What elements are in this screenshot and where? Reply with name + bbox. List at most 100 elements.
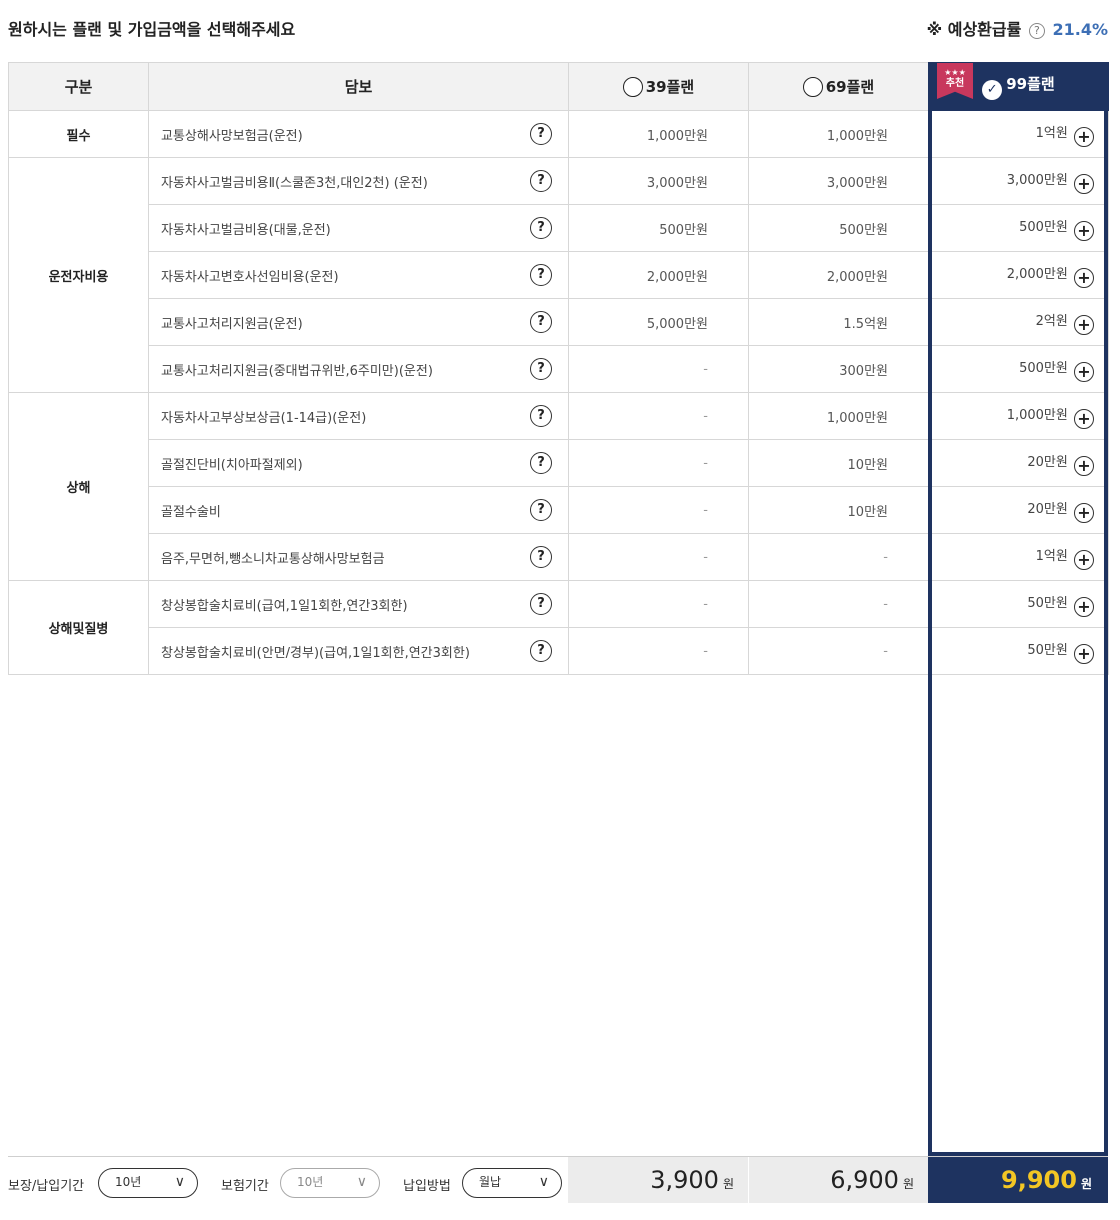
check-icon[interactable]: ✓ bbox=[982, 80, 1003, 100]
plan-table: 구분 담보 39플랜 69플랜 ★★★ 추천 ✓ 99플랜 필수 교통상해사망보험… bbox=[8, 62, 1109, 675]
help-icon[interactable]: ? bbox=[530, 593, 552, 615]
radio-icon[interactable] bbox=[622, 77, 643, 97]
amount-99: 2,000만원 + bbox=[928, 251, 1109, 299]
table-row: 골절진단비(치아파절제외)? - 10만원 20만원 + bbox=[9, 439, 1109, 487]
coverage-name: 교통상해사망보험금(운전) bbox=[161, 128, 303, 144]
help-icon[interactable]: ? bbox=[530, 499, 552, 521]
period-label: 보장/납입기간 bbox=[8, 1179, 85, 1194]
amount-99: 1,000만원 + bbox=[928, 392, 1109, 440]
amount-69: 300만원 bbox=[748, 345, 929, 393]
period-select[interactable]: 10년 ∨ bbox=[98, 1168, 198, 1198]
coverage-name: 창상봉합술치료비(급여,1일1회한,연간3회한) bbox=[161, 598, 408, 614]
help-icon[interactable]: ? bbox=[530, 546, 552, 568]
insure-period-value: 10년 bbox=[297, 1175, 324, 1189]
coverage-name: 교통사고처리지원금(중대법규위반,6주미만)(운전) bbox=[161, 363, 433, 379]
help-icon[interactable]: ? bbox=[530, 405, 552, 427]
insure-period-label: 보험기간 bbox=[221, 1179, 269, 1194]
amount-69: 3,000만원 bbox=[748, 157, 929, 205]
rate-label: ※ 예상환급률 bbox=[926, 20, 1022, 39]
col-header-coverage: 담보 bbox=[148, 62, 569, 111]
footer-bar: 보장/납입기간 10년 ∨ 보험기간 10년 ∨ 납입방법 월납 ∨ 3,900… bbox=[8, 1156, 1108, 1203]
plus-icon[interactable]: + bbox=[1074, 502, 1094, 523]
table-row: 상해및질병 창상봉합술치료비(급여,1일1회한,연간3회한)? - - 50만원… bbox=[8, 580, 1109, 675]
coverage-name: 음주,무면허,뺑소니차교통상해사망보험금 bbox=[161, 551, 385, 567]
amount-39: - bbox=[568, 439, 749, 487]
rate-value: 21.4% bbox=[1052, 20, 1108, 39]
table-row: 운전자비용 자동차사고벌금비용Ⅱ(스쿨존3천,대인2천) (운전)? 3,000… bbox=[8, 157, 1109, 393]
plus-icon[interactable]: + bbox=[1074, 361, 1094, 382]
plus-icon[interactable]: + bbox=[1074, 455, 1094, 476]
plan-99-option[interactable]: ★★★ 추천 ✓ 99플랜 bbox=[928, 62, 1109, 111]
plus-icon[interactable]: + bbox=[1074, 596, 1094, 617]
amount-39: 1,000만원 bbox=[568, 110, 749, 158]
page-title: 원하시는 플랜 및 가입금액을 선택해주세요 bbox=[8, 20, 296, 39]
currency-unit: 원 bbox=[902, 1177, 914, 1191]
plus-icon[interactable]: + bbox=[1074, 643, 1094, 664]
amount-69: 10만원 bbox=[748, 439, 929, 487]
coverage-cell: 음주,무면허,뺑소니차교통상해사망보험금? bbox=[148, 533, 569, 581]
help-icon[interactable]: ? bbox=[530, 311, 552, 333]
amount-39: - bbox=[568, 627, 749, 675]
price-39: 3,900 원 bbox=[568, 1157, 748, 1203]
amount-99-value: 3,000만원 bbox=[1006, 172, 1068, 188]
plus-icon[interactable]: + bbox=[1074, 220, 1094, 241]
plan-39-option[interactable]: 39플랜 bbox=[568, 62, 749, 111]
table-row: 창상봉합술치료비(안면/경부)(급여,1일1회한,연간3회한)? - - 50만… bbox=[9, 627, 1109, 675]
table-row: 음주,무면허,뺑소니차교통상해사망보험금? - - 1억원 + bbox=[9, 533, 1109, 581]
amount-99: 20만원 + bbox=[928, 439, 1109, 487]
help-icon[interactable]: ? bbox=[530, 358, 552, 380]
amount-99: 500만원 + bbox=[928, 345, 1109, 393]
amount-99-value: 1억원 bbox=[1035, 125, 1068, 141]
table-row: 자동차사고벌금비용(대물,운전)? 500만원 500만원 500만원 + bbox=[9, 204, 1109, 252]
category-cell: 상해 bbox=[8, 392, 149, 581]
pay-method-label: 납입방법 bbox=[403, 1179, 451, 1194]
plus-icon[interactable]: + bbox=[1074, 173, 1094, 194]
coverage-name: 자동차사고벌금비용(대물,운전) bbox=[161, 222, 331, 238]
plus-icon[interactable]: + bbox=[1074, 126, 1094, 147]
coverage-cell: 창상봉합술치료비(안면/경부)(급여,1일1회한,연간3회한)? bbox=[148, 627, 569, 675]
coverage-cell: 교통상해사망보험금(운전)? bbox=[148, 110, 569, 158]
coverage-name: 교통사고처리지원금(운전) bbox=[161, 316, 303, 332]
plus-icon[interactable]: + bbox=[1074, 408, 1094, 429]
help-icon[interactable]: ? bbox=[1028, 23, 1045, 39]
plus-icon[interactable]: + bbox=[1074, 314, 1094, 335]
plus-icon[interactable]: + bbox=[1074, 267, 1094, 288]
amount-99-value: 20만원 bbox=[1027, 454, 1068, 470]
amount-99-value: 20만원 bbox=[1027, 501, 1068, 517]
pay-method-select[interactable]: 월납 ∨ bbox=[462, 1168, 562, 1198]
plan-69-option[interactable]: 69플랜 bbox=[748, 62, 929, 111]
help-icon[interactable]: ? bbox=[530, 170, 552, 192]
coverage-cell: 교통사고처리지원금(중대법규위반,6주미만)(운전)? bbox=[148, 345, 569, 393]
amount-39: - bbox=[568, 486, 749, 534]
amount-39: - bbox=[568, 345, 749, 393]
amount-99-value: 50만원 bbox=[1027, 642, 1068, 658]
amount-99: 3,000만원 + bbox=[928, 157, 1109, 205]
price-99-value: 9,900 bbox=[1001, 1166, 1077, 1194]
table-row: 교통사고처리지원금(운전)? 5,000만원 1.5억원 2억원 + bbox=[9, 298, 1109, 346]
price-69: 6,900 원 bbox=[749, 1157, 928, 1203]
amount-39: - bbox=[568, 580, 749, 628]
help-icon[interactable]: ? bbox=[530, 123, 552, 145]
amount-99-value: 1억원 bbox=[1035, 548, 1068, 564]
radio-icon[interactable] bbox=[802, 77, 823, 97]
category-cell: 운전자비용 bbox=[8, 157, 149, 393]
amount-39: - bbox=[568, 533, 749, 581]
amount-99-value: 2,000만원 bbox=[1006, 266, 1068, 282]
chevron-down-icon: ∨ bbox=[538, 1174, 549, 1190]
amount-99: 50만원 + bbox=[928, 580, 1109, 628]
plan-39-label: 39플랜 bbox=[645, 78, 695, 96]
chevron-down-icon: ∨ bbox=[356, 1174, 367, 1190]
star-icon: ★★★ bbox=[944, 68, 966, 77]
help-icon[interactable]: ? bbox=[530, 217, 552, 239]
help-icon[interactable]: ? bbox=[530, 640, 552, 662]
amount-99: 1억원 + bbox=[928, 110, 1109, 158]
amount-69: 1.5억원 bbox=[748, 298, 929, 346]
currency-unit: 원 bbox=[722, 1177, 734, 1191]
expected-refund-rate: ※ 예상환급률 ? 21.4% bbox=[927, 16, 1108, 40]
recommend-text: 추천 bbox=[945, 78, 965, 89]
plus-icon[interactable]: + bbox=[1074, 549, 1094, 570]
help-icon[interactable]: ? bbox=[530, 264, 552, 286]
help-icon[interactable]: ? bbox=[530, 452, 552, 474]
currency-unit: 원 bbox=[1080, 1177, 1092, 1191]
insure-period-select[interactable]: 10년 ∨ bbox=[280, 1168, 380, 1198]
